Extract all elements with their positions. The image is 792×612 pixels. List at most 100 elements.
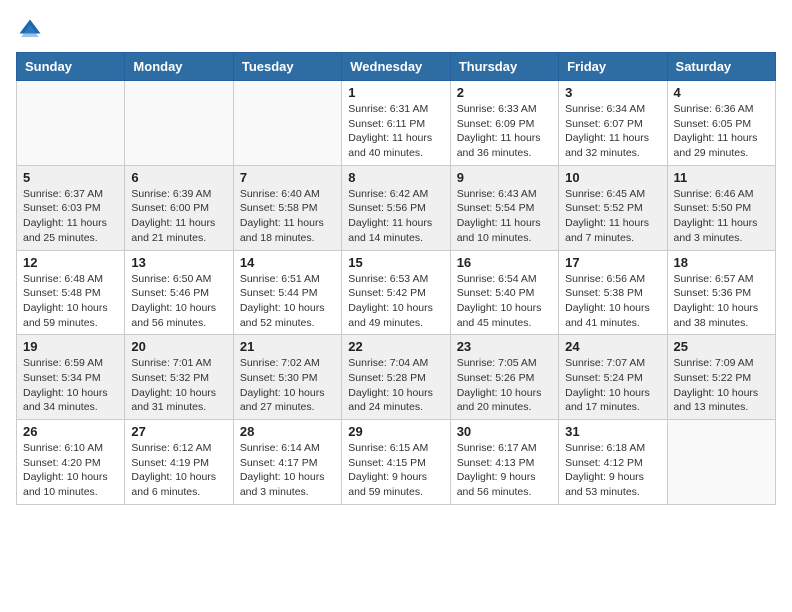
day-number: 3 xyxy=(565,85,660,100)
day-number: 1 xyxy=(348,85,443,100)
calendar-day-cell: 18 Sunrise: 6:57 AM Sunset: 5:36 PM Dayli… xyxy=(667,250,775,335)
calendar-week-row: 1 Sunrise: 6:31 AM Sunset: 6:11 PM Daylig… xyxy=(17,81,776,166)
day-number: 17 xyxy=(565,255,660,270)
calendar-day-cell: 11Sunrise: 6:46 AM Sunset: 5:50 PM Dayli… xyxy=(667,165,775,250)
day-number: 30 xyxy=(457,424,552,439)
day-info: Sunrise: 6:10 AM Sunset: 4:20 PM Dayligh… xyxy=(23,441,118,500)
day-info: Sunrise: 6:37 AM Sunset: 6:03 PM Dayligh… xyxy=(23,187,118,246)
day-info: Sunrise: 6:17 AM Sunset: 4:13 PM Dayligh… xyxy=(457,441,552,500)
calendar-day-cell: 24 Sunrise: 7:07 AM Sunset: 5:24 PM Dayli… xyxy=(559,335,667,420)
header-wednesday: Wednesday xyxy=(342,53,450,81)
calendar-day-cell: 3 Sunrise: 6:34 AM Sunset: 6:07 PM Daylig… xyxy=(559,81,667,166)
calendar-day-cell: 25Sunrise: 7:09 AM Sunset: 5:22 PM Dayli… xyxy=(667,335,775,420)
calendar-day-cell: 8Sunrise: 6:42 AM Sunset: 5:56 PM Daylig… xyxy=(342,165,450,250)
calendar-day-cell: 12 Sunrise: 6:48 AM Sunset: 5:48 PM Dayli… xyxy=(17,250,125,335)
calendar-day-cell: 6 Sunrise: 6:39 AM Sunset: 6:00 PM Daylig… xyxy=(125,165,233,250)
day-info: Sunrise: 6:18 AM Sunset: 4:12 PM Dayligh… xyxy=(565,441,660,500)
day-number: 16 xyxy=(457,255,552,270)
day-number: 31 xyxy=(565,424,660,439)
day-info: Sunrise: 6:48 AM Sunset: 5:48 PM Dayligh… xyxy=(23,272,118,331)
page-header xyxy=(16,16,776,44)
day-number: 10 xyxy=(565,170,660,185)
calendar-week-row: 26 Sunrise: 6:10 AM Sunset: 4:20 PM Dayli… xyxy=(17,420,776,505)
calendar-day-cell: 17 Sunrise: 6:56 AM Sunset: 5:38 PM Dayli… xyxy=(559,250,667,335)
day-info: Sunrise: 7:09 AM Sunset: 5:22 PM Dayligh… xyxy=(674,356,769,415)
calendar-day-cell: 22 Sunrise: 7:04 AM Sunset: 5:28 PM Dayli… xyxy=(342,335,450,420)
day-number: 29 xyxy=(348,424,443,439)
calendar-week-row: 12 Sunrise: 6:48 AM Sunset: 5:48 PM Dayli… xyxy=(17,250,776,335)
day-number: 9 xyxy=(457,170,552,185)
header-saturday: Saturday xyxy=(667,53,775,81)
day-number: 4 xyxy=(674,85,769,100)
day-number: 22 xyxy=(348,339,443,354)
calendar-header-row: SundayMondayTuesdayWednesdayThursdayFrid… xyxy=(17,53,776,81)
calendar-day-cell: 15 Sunrise: 6:53 AM Sunset: 5:42 PM Dayli… xyxy=(342,250,450,335)
calendar-day-cell: 14Sunrise: 6:51 AM Sunset: 5:44 PM Dayli… xyxy=(233,250,341,335)
day-number: 15 xyxy=(348,255,443,270)
day-number: 6 xyxy=(131,170,226,185)
day-info: Sunrise: 7:02 AM Sunset: 5:30 PM Dayligh… xyxy=(240,356,335,415)
logo xyxy=(16,16,48,44)
header-tuesday: Tuesday xyxy=(233,53,341,81)
calendar-day-cell: 7 Sunrise: 6:40 AM Sunset: 5:58 PM Daylig… xyxy=(233,165,341,250)
day-number: 20 xyxy=(131,339,226,354)
calendar-day-cell: 28 Sunrise: 6:14 AM Sunset: 4:17 PM Dayli… xyxy=(233,420,341,505)
calendar-day-cell: 31 Sunrise: 6:18 AM Sunset: 4:12 PM Dayli… xyxy=(559,420,667,505)
calendar-day-cell xyxy=(667,420,775,505)
calendar-day-cell: 16 Sunrise: 6:54 AM Sunset: 5:40 PM Dayli… xyxy=(450,250,558,335)
calendar-day-cell: 26 Sunrise: 6:10 AM Sunset: 4:20 PM Dayli… xyxy=(17,420,125,505)
day-info: Sunrise: 7:04 AM Sunset: 5:28 PM Dayligh… xyxy=(348,356,443,415)
header-monday: Monday xyxy=(125,53,233,81)
day-info: Sunrise: 6:33 AM Sunset: 6:09 PM Dayligh… xyxy=(457,102,552,161)
day-number: 5 xyxy=(23,170,118,185)
day-info: Sunrise: 6:12 AM Sunset: 4:19 PM Dayligh… xyxy=(131,441,226,500)
day-info: Sunrise: 6:53 AM Sunset: 5:42 PM Dayligh… xyxy=(348,272,443,331)
day-info: Sunrise: 6:54 AM Sunset: 5:40 PM Dayligh… xyxy=(457,272,552,331)
day-number: 21 xyxy=(240,339,335,354)
calendar-week-row: 19 Sunrise: 6:59 AM Sunset: 5:34 PM Dayli… xyxy=(17,335,776,420)
day-info: Sunrise: 6:34 AM Sunset: 6:07 PM Dayligh… xyxy=(565,102,660,161)
day-number: 11 xyxy=(674,170,769,185)
day-info: Sunrise: 6:50 AM Sunset: 5:46 PM Dayligh… xyxy=(131,272,226,331)
day-info: Sunrise: 6:31 AM Sunset: 6:11 PM Dayligh… xyxy=(348,102,443,161)
calendar-day-cell: 30 Sunrise: 6:17 AM Sunset: 4:13 PM Dayli… xyxy=(450,420,558,505)
calendar-day-cell: 2 Sunrise: 6:33 AM Sunset: 6:09 PM Daylig… xyxy=(450,81,558,166)
day-number: 12 xyxy=(23,255,118,270)
day-number: 19 xyxy=(23,339,118,354)
calendar-day-cell: 4 Sunrise: 6:36 AM Sunset: 6:05 PM Daylig… xyxy=(667,81,775,166)
day-number: 2 xyxy=(457,85,552,100)
day-info: Sunrise: 7:07 AM Sunset: 5:24 PM Dayligh… xyxy=(565,356,660,415)
day-info: Sunrise: 6:40 AM Sunset: 5:58 PM Dayligh… xyxy=(240,187,335,246)
day-info: Sunrise: 6:14 AM Sunset: 4:17 PM Dayligh… xyxy=(240,441,335,500)
day-number: 7 xyxy=(240,170,335,185)
day-number: 23 xyxy=(457,339,552,354)
day-number: 18 xyxy=(674,255,769,270)
day-info: Sunrise: 6:56 AM Sunset: 5:38 PM Dayligh… xyxy=(565,272,660,331)
day-number: 26 xyxy=(23,424,118,439)
day-info: Sunrise: 6:43 AM Sunset: 5:54 PM Dayligh… xyxy=(457,187,552,246)
logo-icon xyxy=(16,16,44,44)
calendar-day-cell: 27Sunrise: 6:12 AM Sunset: 4:19 PM Dayli… xyxy=(125,420,233,505)
calendar-day-cell: 21 Sunrise: 7:02 AM Sunset: 5:30 PM Dayli… xyxy=(233,335,341,420)
day-info: Sunrise: 6:39 AM Sunset: 6:00 PM Dayligh… xyxy=(131,187,226,246)
day-info: Sunrise: 6:45 AM Sunset: 5:52 PM Dayligh… xyxy=(565,187,660,246)
day-info: Sunrise: 6:59 AM Sunset: 5:34 PM Dayligh… xyxy=(23,356,118,415)
calendar-day-cell: 9 Sunrise: 6:43 AM Sunset: 5:54 PM Daylig… xyxy=(450,165,558,250)
day-info: Sunrise: 6:57 AM Sunset: 5:36 PM Dayligh… xyxy=(674,272,769,331)
day-info: Sunrise: 7:01 AM Sunset: 5:32 PM Dayligh… xyxy=(131,356,226,415)
calendar-day-cell: 20 Sunrise: 7:01 AM Sunset: 5:32 PM Dayli… xyxy=(125,335,233,420)
calendar-day-cell xyxy=(233,81,341,166)
calendar-day-cell: 13Sunrise: 6:50 AM Sunset: 5:46 PM Dayli… xyxy=(125,250,233,335)
day-number: 24 xyxy=(565,339,660,354)
day-number: 28 xyxy=(240,424,335,439)
header-thursday: Thursday xyxy=(450,53,558,81)
calendar-day-cell: 23Sunrise: 7:05 AM Sunset: 5:26 PM Dayli… xyxy=(450,335,558,420)
calendar-day-cell: 19 Sunrise: 6:59 AM Sunset: 5:34 PM Dayli… xyxy=(17,335,125,420)
calendar-day-cell: 10 Sunrise: 6:45 AM Sunset: 5:52 PM Dayli… xyxy=(559,165,667,250)
calendar-table: SundayMondayTuesdayWednesdayThursdayFrid… xyxy=(16,52,776,505)
calendar-day-cell xyxy=(17,81,125,166)
day-info: Sunrise: 6:36 AM Sunset: 6:05 PM Dayligh… xyxy=(674,102,769,161)
calendar-day-cell: 5 Sunrise: 6:37 AM Sunset: 6:03 PM Daylig… xyxy=(17,165,125,250)
day-info: Sunrise: 6:42 AM Sunset: 5:56 PM Dayligh… xyxy=(348,187,443,246)
day-info: Sunrise: 6:15 AM Sunset: 4:15 PM Dayligh… xyxy=(348,441,443,500)
